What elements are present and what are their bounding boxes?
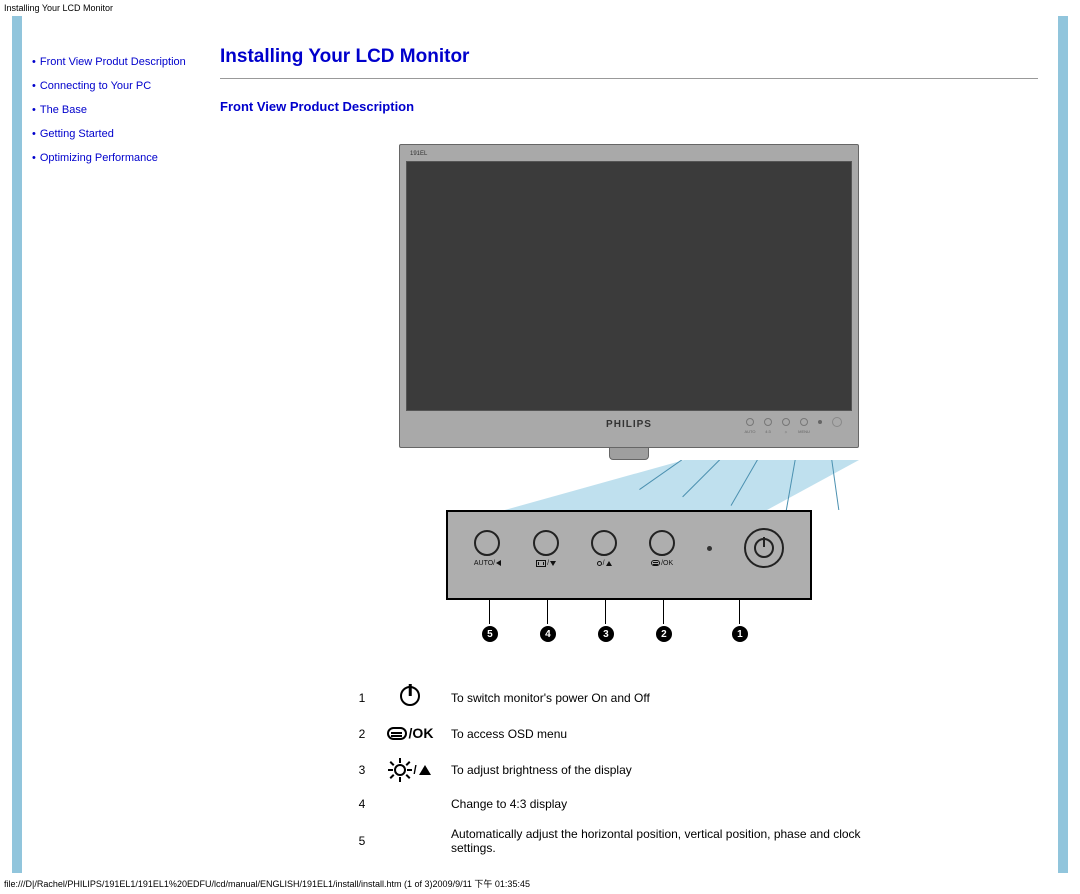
menu-icon xyxy=(651,560,660,566)
panel-btn-brightness: / xyxy=(591,530,617,567)
monitor-buttons-row xyxy=(746,417,842,427)
desc-text: Automatically adjust the horizontal posi… xyxy=(445,819,909,863)
nav-label: Optimizing Performance xyxy=(40,152,158,164)
bullet-icon: • xyxy=(32,152,36,164)
mini-auto-button xyxy=(746,418,754,426)
mini-aspect-button xyxy=(764,418,772,426)
desc-num: 4 xyxy=(349,789,375,819)
mini-led-dot xyxy=(818,420,822,424)
monitor-bezel-bottom: PHILIPS xyxy=(406,411,852,441)
table-row: 2 /OK To access OSD menu xyxy=(349,717,909,751)
power-icon xyxy=(400,686,420,706)
callout-markers: 5 4 3 2 1 xyxy=(446,598,812,648)
monitor-illustration: 191EL PHILIPS xyxy=(399,144,859,448)
triangle-up-icon xyxy=(419,765,431,775)
desc-num: 1 xyxy=(349,678,375,717)
sidebar-nav: • Front View Produt Description • Connecti… xyxy=(22,16,210,873)
aspect-ratio-icon xyxy=(536,560,546,567)
triangle-down-icon xyxy=(550,561,556,566)
desc-num: 3 xyxy=(349,751,375,789)
brand-logo-text: PHILIPS xyxy=(606,419,652,430)
desc-text: To access OSD menu xyxy=(445,717,909,751)
bullet-icon: • xyxy=(32,80,36,92)
table-row: 3 / xyxy=(349,751,909,789)
triangle-up-icon xyxy=(606,561,612,566)
panel-btn-menu: /OK xyxy=(649,530,675,567)
bullet-icon: • xyxy=(32,104,36,116)
table-row: 1 To switch monitor's power On and Off xyxy=(349,678,909,717)
desc-text: To adjust brightness of the display xyxy=(445,751,909,789)
callout-2: 2 xyxy=(656,626,672,642)
nav-the-base[interactable]: • The Base xyxy=(32,104,200,116)
nav-label: Front View Produt Description xyxy=(40,56,186,68)
mini-power-button xyxy=(832,417,842,427)
button-description-table: 1 To switch monitor's power On and Off 2… xyxy=(349,678,909,863)
nav-connecting-pc[interactable]: • Connecting to Your PC xyxy=(32,80,200,92)
content-frame: • Front View Produt Description • Connecti… xyxy=(12,16,1068,873)
nav-front-view[interactable]: • Front View Produt Description xyxy=(32,56,200,68)
nav-label: Connecting to Your PC xyxy=(40,80,151,92)
led-dot xyxy=(707,546,712,551)
mini-menu-button xyxy=(800,418,808,426)
divider xyxy=(220,78,1038,79)
button-panel-zoom: AUTO/ / / / xyxy=(446,510,812,600)
zoom-beam-illustration xyxy=(399,460,859,510)
bullet-icon: • xyxy=(32,128,36,140)
window-title-header: Installing Your LCD Monitor xyxy=(0,0,1080,16)
desc-text: To switch monitor's power On and Off xyxy=(445,678,909,717)
nav-optimizing-perf[interactable]: • Optimizing Performance xyxy=(32,152,200,164)
sun-icon xyxy=(597,561,602,566)
monitor-figure: 191EL PHILIPS xyxy=(220,144,1038,648)
nav-label: The Base xyxy=(40,104,87,116)
power-icon xyxy=(754,538,774,558)
table-row: 5 Automatically adjust the horizontal po… xyxy=(349,819,909,863)
triangle-left-icon xyxy=(496,560,501,566)
callout-4: 4 xyxy=(540,626,556,642)
brightness-up-icon: / xyxy=(389,759,430,781)
desc-num: 2 xyxy=(349,717,375,751)
panel-btn-auto: AUTO/ xyxy=(474,530,501,567)
callout-1: 1 xyxy=(732,626,748,642)
menu-ok-icon: /OK xyxy=(387,725,434,741)
nav-label: Getting Started xyxy=(40,128,114,140)
main-content: Installing Your LCD Monitor Front View P… xyxy=(210,16,1058,873)
section-title: Front View Product Description xyxy=(220,99,1038,114)
desc-text: Change to 4:3 display xyxy=(445,789,909,819)
panel-btn-power xyxy=(744,528,784,568)
bullet-icon: • xyxy=(32,56,36,68)
monitor-stand xyxy=(609,446,649,460)
monitor-model-label: 191EL xyxy=(410,151,427,157)
table-row: 4 Change to 4:3 display xyxy=(349,789,909,819)
page-title: Installing Your LCD Monitor xyxy=(220,46,1038,68)
mini-brightness-button xyxy=(782,418,790,426)
desc-num: 5 xyxy=(349,819,375,863)
menu-icon xyxy=(387,727,407,740)
monitor-screen xyxy=(406,161,852,411)
nav-getting-started[interactable]: • Getting Started xyxy=(32,128,200,140)
callout-5: 5 xyxy=(482,626,498,642)
panel-btn-aspect: / xyxy=(533,530,559,567)
callout-3: 3 xyxy=(598,626,614,642)
footer-file-path: file:///D|/Rachel/PHILIPS/191EL1/191EL1%… xyxy=(0,873,1080,894)
